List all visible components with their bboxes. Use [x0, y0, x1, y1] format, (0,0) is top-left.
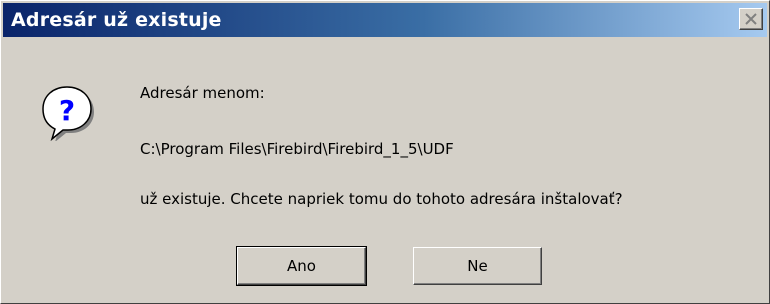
- message-line-3: už existuje. Chcete napriek tomu do toho…: [140, 190, 623, 208]
- question-icon: ?: [42, 86, 94, 141]
- title-bar[interactable]: Adresár už existuje: [3, 3, 767, 37]
- dialog-title: Adresár už existuje: [11, 9, 222, 31]
- no-button[interactable]: Ne: [413, 247, 542, 285]
- message-line-1: Adresár menom:: [140, 84, 265, 102]
- message-path: C:\Program Files\Firebird\Firebird_1_5\U…: [140, 140, 454, 158]
- close-icon: [745, 13, 757, 25]
- svg-text:?: ?: [59, 94, 75, 127]
- close-button[interactable]: [739, 8, 763, 30]
- yes-button[interactable]: Ano: [236, 246, 367, 286]
- dialog-window: Adresár už existuje ? Adresár menom: C:\…: [0, 0, 770, 304]
